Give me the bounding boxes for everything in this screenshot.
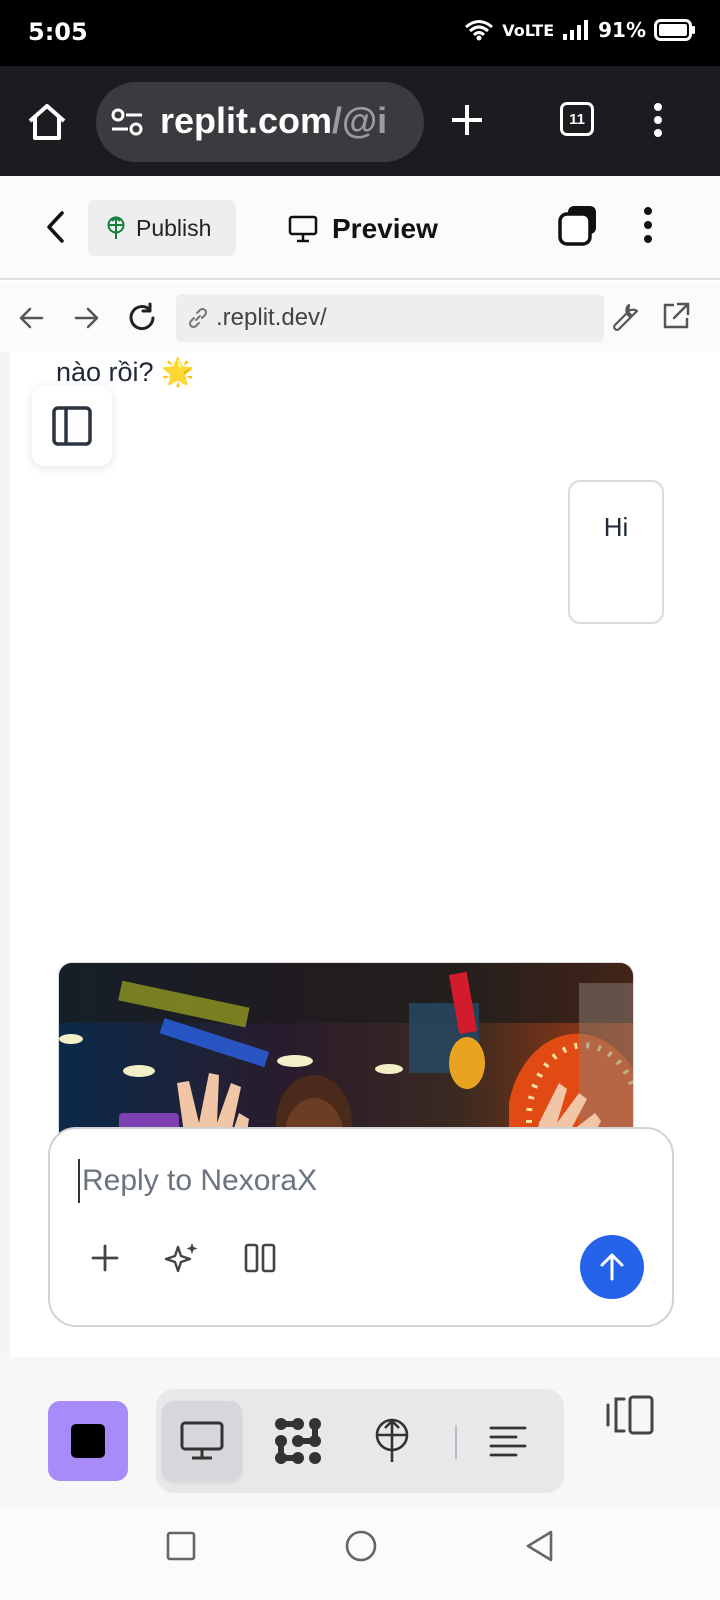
monitor-icon: [180, 1421, 224, 1460]
arrow-up-icon: [600, 1253, 624, 1281]
sidebar-icon: [52, 406, 92, 446]
address-bar[interactable]: replit.com/@i: [96, 82, 424, 162]
network-type: VoLTE: [502, 20, 555, 40]
preview-url-field[interactable]: .replit.dev/: [176, 294, 604, 342]
status-time: 5:05: [28, 18, 88, 46]
sparkles-icon[interactable]: [164, 1241, 200, 1275]
tool-group: [156, 1389, 564, 1493]
send-button[interactable]: [580, 1235, 644, 1299]
composer-tools: [90, 1241, 276, 1275]
battery-icon: [654, 19, 695, 41]
android-nav-bar: [0, 1507, 720, 1600]
link-icon: [188, 307, 208, 329]
url-domain: replit.com: [160, 100, 333, 141]
split-view-icon[interactable]: [604, 1393, 656, 1437]
workspace-header: Publish Preview: [0, 176, 720, 280]
content-edge: [0, 352, 10, 1357]
preview-content: nào rồi? 🌟 Hi: [0, 352, 720, 1357]
external-link-icon[interactable]: [660, 300, 692, 332]
arrow-left-icon[interactable]: [18, 306, 44, 330]
address-text: replit.com/@i: [160, 100, 387, 142]
publish-label: Publish: [136, 214, 212, 241]
tab-preview[interactable]: Preview: [288, 204, 438, 254]
window-stack-icon[interactable]: [556, 204, 600, 248]
more-vert-icon[interactable]: [642, 206, 654, 244]
battery-percent: 91%: [598, 18, 646, 42]
recents-icon[interactable]: [166, 1531, 196, 1561]
more-vert-icon[interactable]: [652, 102, 664, 138]
preview-label: Preview: [332, 213, 438, 244]
site-settings-icon[interactable]: [110, 107, 144, 137]
browser-toolbar: replit.com/@i 11: [0, 66, 720, 176]
preview-toolbar: .replit.dev/: [0, 282, 720, 352]
nodes-icon: [275, 1418, 321, 1464]
wrench-icon[interactable]: [610, 300, 642, 332]
preview-url: .replit.dev/: [216, 304, 327, 331]
tool-publish[interactable]: [352, 1401, 432, 1481]
reply-composer: [48, 1127, 674, 1327]
stop-icon: [71, 1424, 105, 1458]
home-circle-icon[interactable]: [344, 1529, 378, 1563]
url-path: /@i: [332, 100, 388, 141]
publish-icon: [375, 1418, 409, 1462]
reply-input[interactable]: [78, 1159, 618, 1203]
monitor-icon: [288, 215, 318, 243]
stop-button[interactable]: [48, 1401, 128, 1481]
columns-icon[interactable]: [244, 1242, 276, 1274]
sidebar-toggle-button[interactable]: [32, 386, 112, 466]
text-align-icon: [489, 1426, 527, 1457]
status-indicators: VoLTE 91%: [464, 18, 696, 42]
tool-nodes[interactable]: [258, 1401, 338, 1481]
status-bar: 5:05 VoLTE 91%: [0, 0, 720, 66]
publish-button[interactable]: Publish: [88, 200, 236, 256]
user-message-text: Hi: [603, 512, 629, 542]
plus-icon[interactable]: [90, 1243, 120, 1273]
home-icon[interactable]: [26, 102, 68, 142]
user-message-bubble: Hi: [568, 480, 664, 624]
arrow-right-icon[interactable]: [74, 306, 100, 330]
publish-icon: [107, 216, 125, 239]
wifi-icon: [465, 20, 494, 41]
new-tab-icon[interactable]: [450, 103, 484, 137]
tabs-button[interactable]: 11: [560, 102, 594, 136]
signal-icon: [563, 20, 589, 40]
tool-preview[interactable]: [162, 1401, 242, 1481]
refresh-icon[interactable]: [126, 302, 158, 334]
tool-console[interactable]: [468, 1401, 548, 1481]
back-triangle-icon[interactable]: [524, 1529, 554, 1563]
tool-divider: [455, 1425, 457, 1459]
back-icon[interactable]: [44, 210, 66, 244]
workspace-toolbar: [0, 1357, 720, 1513]
